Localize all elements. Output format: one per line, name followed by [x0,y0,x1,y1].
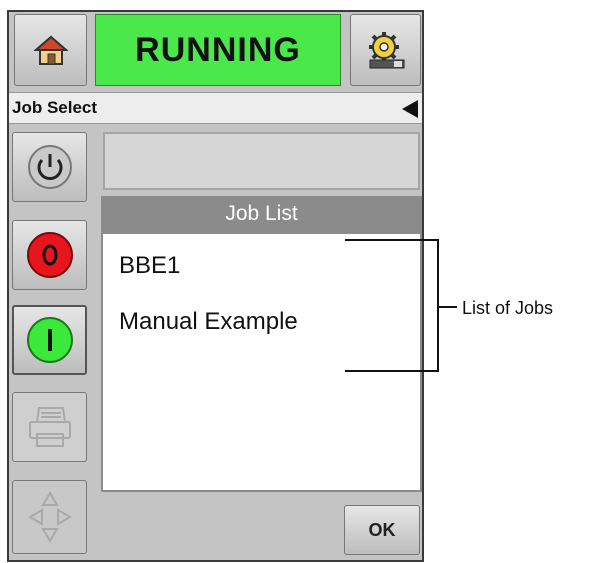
navigation-button[interactable] [12,480,87,554]
home-button[interactable] [14,14,87,86]
screen-title: Job Select [12,98,98,117]
stop-button[interactable] [12,220,87,290]
list-item[interactable]: Manual Example [119,308,298,336]
start-icon [26,317,73,363]
start-button[interactable] [12,305,87,375]
screen-title-bar: Job Select [9,92,422,124]
job-list[interactable]: BBE1 Manual Example [101,232,422,492]
settings-button[interactable] [350,14,421,86]
job-info-box [103,132,420,190]
settings-gear-icon [368,32,404,69]
callout-top-line [345,239,439,241]
list-item[interactable]: BBE1 [119,252,180,280]
back-arrow-icon[interactable] [402,100,418,118]
machine-status-indicator: RUNNING [95,14,341,86]
power-icon [27,145,72,189]
stop-icon [26,232,73,278]
printer-icon [28,407,71,447]
navigation-arrows-icon [27,491,72,543]
job-list-header: Job List [101,196,422,232]
callout-bottom-line [345,370,439,372]
callout-label: List of Jobs [462,298,554,318]
ok-button[interactable]: OK [344,505,420,555]
home-icon [33,35,68,65]
print-button[interactable] [12,392,87,462]
callout-pointer [439,306,457,308]
power-button[interactable] [12,132,87,202]
